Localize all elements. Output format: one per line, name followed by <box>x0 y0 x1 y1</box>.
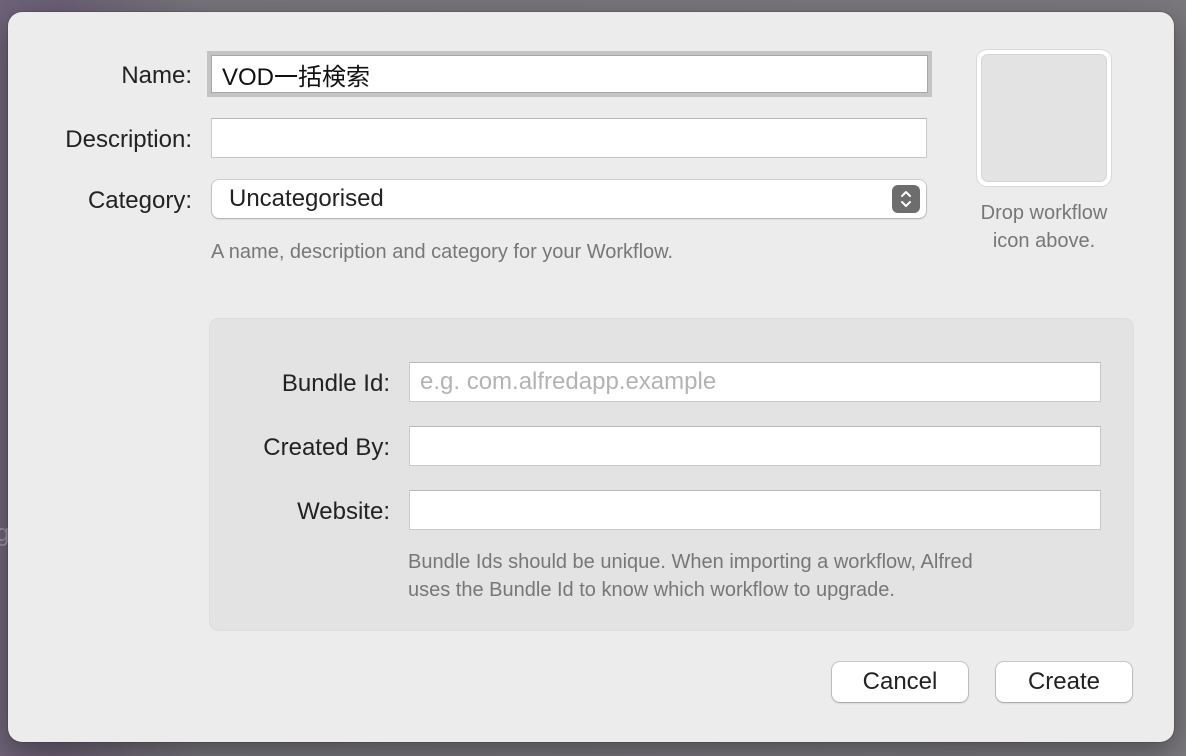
description-input[interactable] <box>211 118 927 158</box>
bundle-hint-line2: uses the Bundle Id to know which workflo… <box>408 579 895 601</box>
bundle-hint-line1: Bundle Ids should be unique. When import… <box>408 551 973 573</box>
form-hint: A name, description and category for you… <box>211 241 674 263</box>
created-by-input[interactable] <box>409 426 1101 466</box>
create-button[interactable]: Create <box>996 662 1132 702</box>
website-input[interactable] <box>409 490 1101 530</box>
description-label: Description: <box>65 126 192 153</box>
bundle-hint: Bundle Ids should be unique. When import… <box>408 548 973 604</box>
category-selected-value: Uncategorised <box>229 185 384 212</box>
cancel-button[interactable]: Cancel <box>832 662 968 702</box>
name-label: Name: <box>121 62 192 89</box>
workflow-icon-drop-well[interactable] <box>977 50 1111 186</box>
select-chevron-icon <box>892 185 920 213</box>
created-by-label: Created By: <box>263 434 390 461</box>
icon-drop-caption-line2: icon above. <box>992 230 1096 252</box>
bundle-id-label: Bundle Id: <box>281 370 390 397</box>
bundle-id-input[interactable] <box>409 362 1101 402</box>
name-input[interactable] <box>211 55 928 93</box>
category-label: Category: <box>87 187 192 214</box>
workflow-icon-placeholder <box>981 54 1107 182</box>
category-select[interactable]: Uncategorised <box>212 180 926 218</box>
bundle-panel: Bundle Id: Created By: Website: Bundle I… <box>210 319 1133 630</box>
new-workflow-dialog: Name: Description: Category: Uncategoris… <box>8 12 1174 742</box>
icon-drop-caption: Drop workflow icon above. <box>948 199 1140 255</box>
website-label: Website: <box>297 498 390 525</box>
icon-drop-caption-line1: Drop workflow <box>980 202 1108 224</box>
